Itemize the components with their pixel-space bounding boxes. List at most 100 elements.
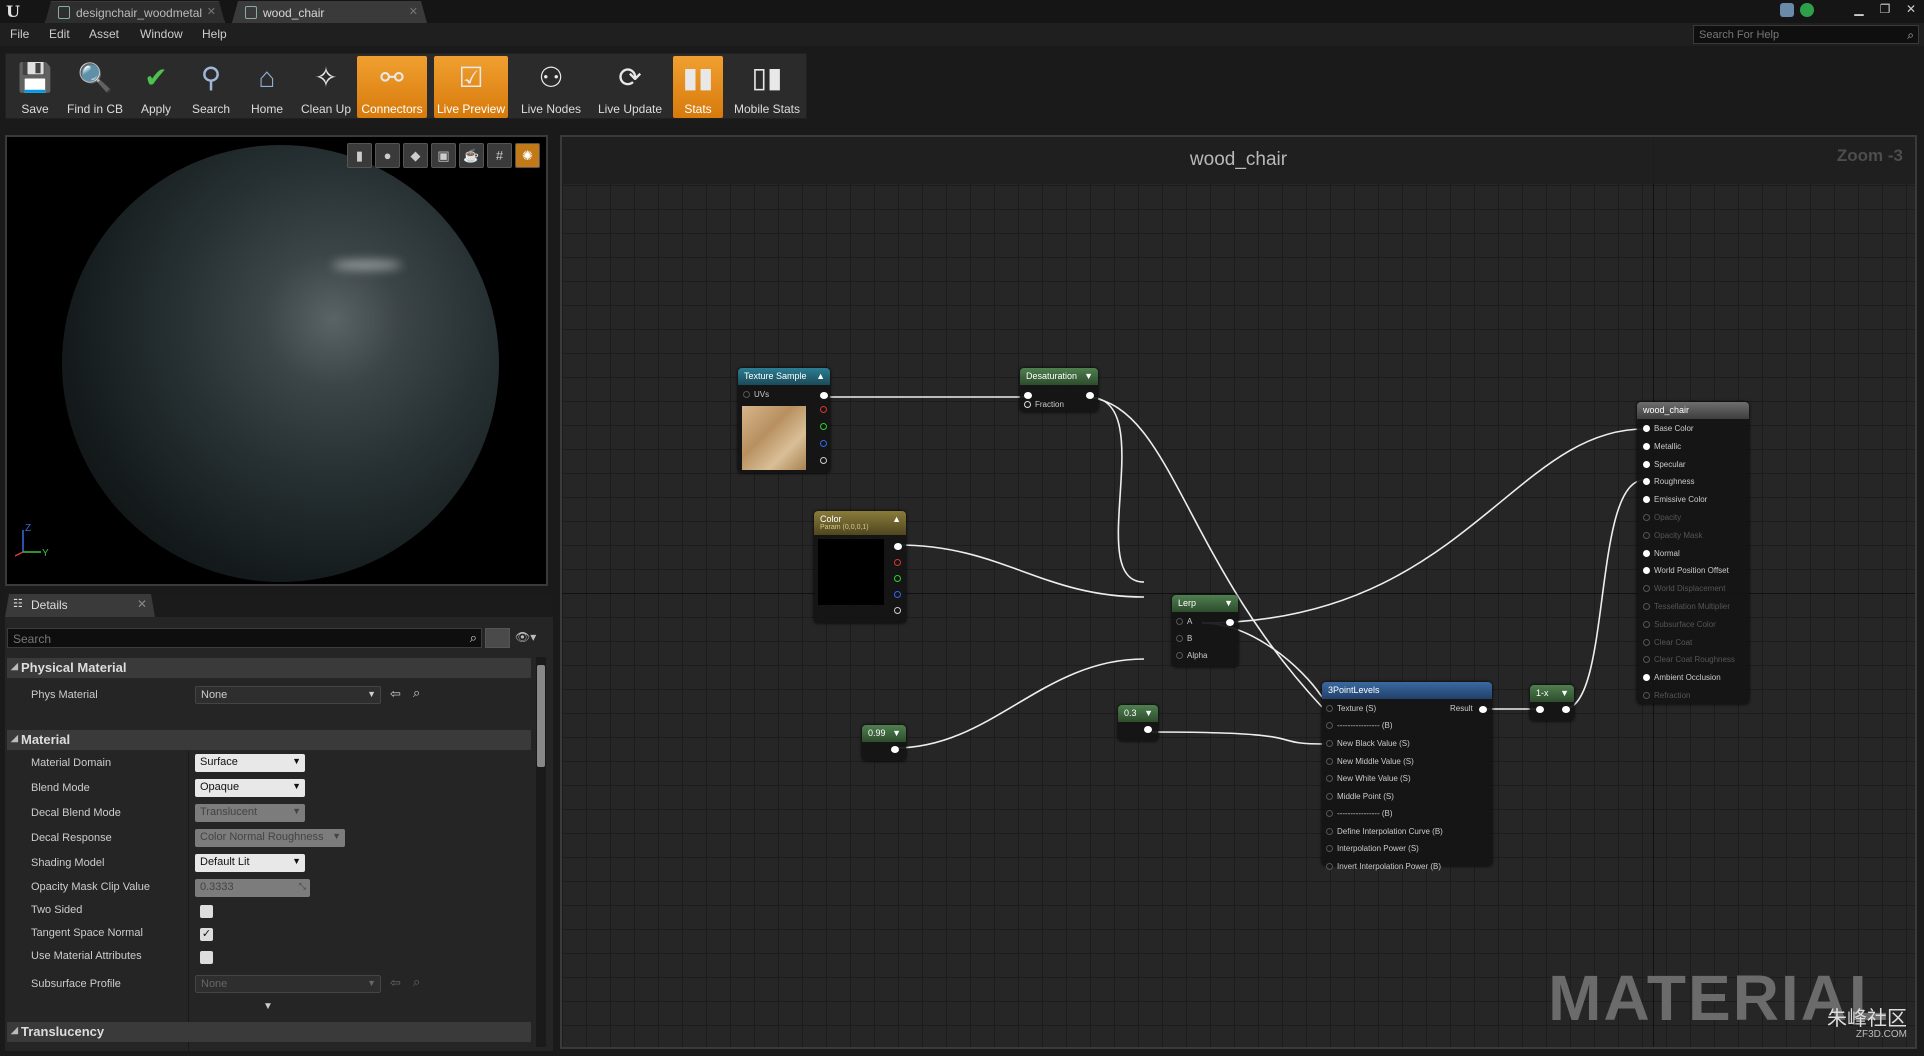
pin-fraction[interactable]: Fraction — [1024, 400, 1064, 409]
pin-result-input[interactable]: Metallic — [1643, 442, 1681, 451]
grid-icon[interactable]: # — [487, 143, 512, 168]
menu-edit[interactable]: Edit — [49, 27, 70, 41]
output-pin[interactable] — [891, 746, 899, 753]
output-pin-b[interactable] — [820, 440, 827, 447]
pin-new-middle[interactable]: New Middle Value (S) — [1326, 757, 1414, 766]
pin-result-input[interactable]: Opacity — [1643, 513, 1681, 522]
output-pin-a[interactable] — [894, 607, 901, 614]
pin-result-input[interactable]: Ambient Occlusion — [1643, 673, 1721, 682]
chevron-down-icon[interactable]: ▼ — [1560, 688, 1569, 698]
property-matrix-icon[interactable] — [485, 628, 510, 648]
find-in-cb-button[interactable]: 🔍 Find in CB — [63, 56, 127, 118]
pin-result-input[interactable]: Specular — [1643, 460, 1686, 469]
pin-separator[interactable]: ---------------- (B) — [1326, 809, 1393, 818]
eye-icon[interactable]: 👁▾ — [515, 630, 536, 644]
node-3pointlevels[interactable]: 3PointLevels Texture (S) ---------------… — [1322, 682, 1492, 871]
scrollbar-thumb[interactable] — [537, 665, 545, 767]
phys-material-combo[interactable]: None ▼ — [195, 686, 381, 704]
close-icon[interactable]: ✕ — [137, 597, 147, 611]
pin-result-input[interactable]: Base Color — [1643, 424, 1694, 433]
details-search-input[interactable]: Search ⌕ — [7, 628, 482, 648]
stats-button[interactable]: ▮▮ Stats — [673, 56, 723, 118]
help-search-input[interactable]: Search For Help ⌕ — [1693, 25, 1919, 44]
realtime-icon[interactable]: ✺ — [515, 143, 540, 168]
pin-interp-power[interactable]: Interpolation Power (S) — [1326, 844, 1419, 853]
pin-result-input[interactable]: Tessellation Multiplier — [1643, 602, 1730, 611]
output-pin[interactable] — [1562, 706, 1570, 713]
tab-details[interactable]: ☷ Details ✕ — [5, 594, 155, 617]
close-icon[interactable]: ✕ — [207, 5, 216, 18]
category-material[interactable]: ◢ Material — [7, 730, 531, 750]
restore-icon[interactable]: ❐ — [1872, 0, 1898, 18]
use-material-attributes-checkbox[interactable] — [200, 951, 213, 964]
pin-separator[interactable]: ---------------- (B) — [1326, 721, 1393, 730]
pin-new-white[interactable]: New White Value (S) — [1326, 774, 1411, 783]
pin-texture[interactable]: Texture (S) — [1326, 704, 1376, 713]
pin-define-curve[interactable]: Define Interpolation Curve (B) — [1326, 827, 1443, 836]
search-button[interactable]: ⚲ Search — [186, 56, 236, 118]
pin-b[interactable]: B — [1176, 634, 1192, 643]
chat-icon[interactable] — [1780, 3, 1794, 17]
live-nodes-button[interactable]: ⚇ Live Nodes — [518, 56, 584, 118]
plane-icon[interactable]: ◆ — [403, 143, 428, 168]
expand-advanced-icon[interactable]: ▼ — [263, 1001, 273, 1012]
pin-result-input[interactable]: Clear Coat Roughness — [1643, 655, 1735, 664]
node-material-result[interactable]: wood_chair Base Color Metallic Specular Rou… — [1637, 402, 1749, 704]
node-desaturation[interactable]: Desaturation ▼ Fraction — [1020, 368, 1098, 412]
menu-asset[interactable]: Asset — [89, 27, 119, 41]
connectors-button[interactable]: ⚯ Connectors — [357, 56, 427, 118]
use-selected-arrow-icon[interactable]: ⇦ — [390, 686, 401, 702]
pin-new-black[interactable]: New Black Value (S) — [1326, 739, 1410, 748]
close-icon[interactable]: ✕ — [409, 5, 418, 18]
category-physical-material[interactable]: ◢ Physical Material — [7, 658, 531, 678]
pin-result-input[interactable]: Refraction — [1643, 691, 1690, 700]
teapot-icon[interactable]: ☕ — [459, 143, 484, 168]
pin-a[interactable]: A — [1176, 617, 1192, 626]
pin-result-input[interactable]: World Displacement — [1643, 584, 1725, 593]
close-window-icon[interactable]: ✕ — [1898, 0, 1924, 18]
pin-invert-interp[interactable]: Invert Interpolation Power (B) — [1326, 862, 1441, 871]
node-one-minus[interactable]: 1-x ▼ — [1530, 685, 1574, 721]
category-translucency[interactable]: ◢ Translucency — [7, 1022, 531, 1042]
material-domain-combo[interactable]: Surface ▼ — [195, 754, 305, 772]
shading-model-combo[interactable]: Default Lit ▼ — [195, 854, 305, 872]
menu-help[interactable]: Help — [202, 27, 227, 41]
collapse-arrow-icon[interactable]: ▲ — [816, 371, 825, 381]
clean-up-button[interactable]: ✧ Clean Up — [296, 56, 356, 118]
output-pin-g[interactable] — [894, 575, 901, 582]
menu-file[interactable]: File — [10, 27, 29, 41]
mobile-stats-button[interactable]: ▯▮ Mobile Stats — [730, 56, 804, 118]
pin-result-input[interactable]: Subsurface Color — [1643, 620, 1716, 629]
preview-viewport[interactable]: ▮ ● ◆ ▣ ☕ # ✺ Z Y — [5, 135, 548, 586]
material-graph[interactable]: wood_chair Zoom -3 Texture Sample ▲ UVs D… — [560, 135, 1917, 1049]
output-pin-a[interactable] — [820, 457, 827, 464]
pin-result-input[interactable]: Normal — [1643, 549, 1680, 558]
pin-result-input[interactable]: Opacity Mask — [1643, 531, 1702, 540]
output-pin-g[interactable] — [820, 423, 827, 430]
output-pin[interactable] — [1226, 619, 1234, 626]
output-pin[interactable] — [1479, 706, 1487, 713]
node-lerp[interactable]: Lerp ▼ A B Alpha — [1172, 595, 1238, 667]
cylinder-icon[interactable]: ▮ — [347, 143, 372, 168]
node-constant-03[interactable]: 0.3 ▼ — [1118, 705, 1158, 741]
node-color-param[interactable]: Color Param (0,0,0,1) ▲ — [814, 511, 906, 623]
details-scrollbar[interactable] — [536, 657, 546, 1047]
cube-icon[interactable]: ▣ — [431, 143, 456, 168]
pin-alpha[interactable]: Alpha — [1176, 651, 1207, 660]
node-constant-099[interactable]: 0.99 ▼ — [862, 725, 906, 761]
input-pin[interactable] — [1024, 392, 1032, 399]
pin-result-input[interactable]: Roughness — [1643, 477, 1694, 486]
unreal-logo-icon[interactable]: U — [6, 2, 26, 22]
chevron-down-icon[interactable]: ▼ — [1084, 371, 1093, 381]
blend-mode-combo[interactable]: Opaque ▼ — [195, 779, 305, 797]
pin-middle-point[interactable]: Middle Point (S) — [1326, 792, 1394, 801]
output-pin[interactable] — [1086, 392, 1094, 399]
pin-result-input[interactable]: Clear Coat — [1643, 638, 1692, 647]
pin-uvs[interactable]: UVs — [743, 390, 769, 399]
source-control-icon[interactable] — [1800, 3, 1814, 17]
output-pin-rgb[interactable] — [820, 392, 828, 399]
tab-designchair-woodmetal[interactable]: designchair_woodmetal ✕ — [45, 1, 225, 23]
chevron-down-icon[interactable]: ▼ — [1224, 598, 1233, 608]
node-texture-sample[interactable]: Texture Sample ▲ UVs — [738, 368, 830, 473]
apply-button[interactable]: ✔ Apply — [131, 56, 181, 118]
